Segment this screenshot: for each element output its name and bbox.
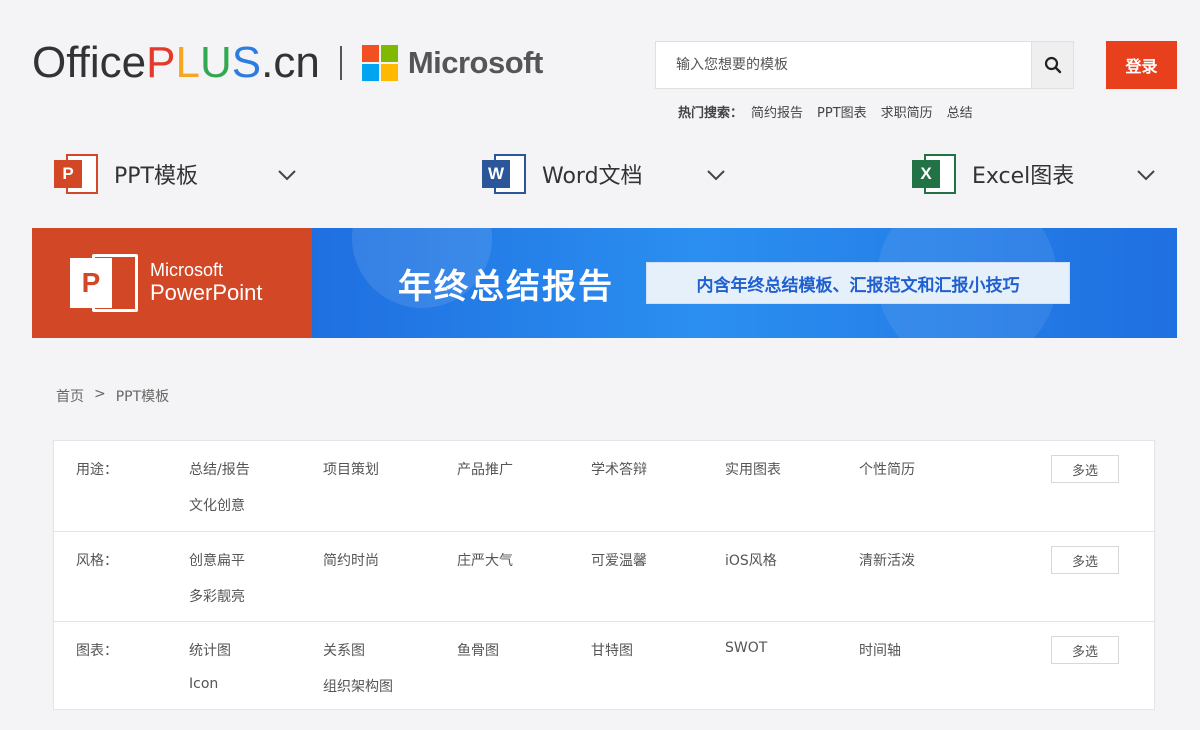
filter-option[interactable]: 文化创意 (189, 495, 245, 515)
logo-plus-letter: L (175, 38, 199, 87)
chevron-down-icon[interactable] (277, 165, 297, 185)
filter-row-label: 图表： (76, 640, 118, 660)
filter-option[interactable]: 清新活泼 (859, 550, 915, 570)
hot-searches-label: 热门搜索： (678, 102, 743, 121)
filter-option[interactable]: 甘特图 (591, 640, 633, 660)
category-excel[interactable]: X Excel图表 (912, 150, 1162, 198)
microsoft-text: Microsoft (408, 45, 543, 81)
filter-option[interactable]: 统计图 (189, 640, 231, 660)
breadcrumb: 首页 > PPT模板 (56, 386, 169, 406)
breadcrumb-home[interactable]: 首页 (56, 386, 84, 406)
search-icon (1044, 56, 1062, 74)
powerpoint-brand: P Microsoft PowerPoint (32, 228, 312, 338)
filter-panel: 用途：总结/报告项目策划产品推广学术答辩实用图表个性简历文化创意多选风格：创意扁… (53, 440, 1155, 710)
hot-searches: 热门搜索： 简约报告 PPT图表 求职简历 总结 (678, 102, 973, 121)
filter-option[interactable]: 庄严大气 (457, 550, 513, 570)
filter-option[interactable]: iOS风格 (725, 550, 777, 570)
banner-title: 年终总结报告 (398, 259, 614, 308)
category-ppt[interactable]: P PPT模板 (54, 150, 304, 198)
filter-option[interactable]: 个性简历 (859, 459, 915, 479)
promo-banner[interactable]: P Microsoft PowerPoint 年终总结报告 内含年终总结模板、汇… (32, 228, 1177, 338)
search-input[interactable] (656, 42, 1031, 88)
filter-row-label: 风格： (76, 550, 118, 570)
filter-row: 用途： 总结/报告 项目策划 产品推广 学术答辩 实用图表 个性简历文化创意 多选 (54, 441, 1154, 531)
hot-search-link[interactable]: 总结 (947, 102, 973, 121)
logo-plus-letter: S (232, 38, 261, 87)
hot-search-link[interactable]: 求职简历 (881, 102, 933, 121)
filter-option[interactable]: 时间轴 (859, 640, 901, 660)
filter-option[interactable]: 组织架构图 (323, 676, 393, 696)
multi-select-button[interactable]: 多选 (1051, 636, 1119, 664)
login-button[interactable]: 登录 (1106, 41, 1177, 89)
hot-search-link[interactable]: 简约报告 (751, 102, 803, 121)
filter-option[interactable]: Icon (189, 676, 218, 692)
logo-divider (340, 46, 342, 80)
breadcrumb-separator: > (94, 386, 106, 406)
logo-plus-letter: U (200, 38, 232, 87)
logo-plus-text: PLUS (146, 41, 261, 85)
search-button[interactable] (1031, 42, 1073, 88)
filter-option[interactable]: 可爱温馨 (591, 550, 647, 570)
brand-microsoft-text: Microsoft (150, 261, 263, 281)
logo-office-text: Office (32, 41, 146, 85)
brand-powerpoint-text: PowerPoint (150, 281, 263, 305)
filter-option[interactable]: 简约时尚 (323, 550, 379, 570)
logo-cn-text: .cn (261, 41, 320, 85)
filter-option[interactable]: SWOT (725, 640, 767, 656)
filter-option[interactable]: 实用图表 (725, 459, 781, 479)
multi-select-button[interactable]: 多选 (1051, 455, 1119, 483)
chevron-down-icon[interactable] (706, 165, 726, 185)
hot-search-link[interactable]: PPT图表 (817, 102, 867, 121)
microsoft-logo-icon (362, 45, 398, 81)
search-bar (655, 41, 1074, 89)
filter-row: 图表： 统计图 关系图 鱼骨图 甘特图 SWOT 时间轴 Icon 组织架构图 多选 (54, 621, 1154, 711)
breadcrumb-current: PPT模板 (116, 386, 169, 406)
filter-option[interactable]: 产品推广 (457, 459, 513, 479)
filter-option[interactable]: 鱼骨图 (457, 640, 499, 660)
category-word[interactable]: W Word文档 (482, 150, 732, 198)
filter-row: 风格： 创意扁平 简约时尚 庄严大气 可爱温馨 iOS风格 清新活泼多彩靓亮 多选 (54, 531, 1154, 621)
filter-option[interactable]: 多彩靓亮 (189, 586, 245, 606)
multi-select-button[interactable]: 多选 (1051, 546, 1119, 574)
logo-plus-letter: P (146, 38, 175, 87)
filter-option[interactable]: 关系图 (323, 640, 365, 660)
word-icon: W (482, 152, 526, 196)
excel-icon: X (912, 152, 956, 196)
category-label: Word文档 (542, 158, 643, 190)
powerpoint-icon: P (70, 250, 138, 316)
banner-content: 年终总结报告 内含年终总结模板、汇报范文和汇报小技巧 (312, 228, 1177, 338)
banner-subtitle: 内含年终总结模板、汇报范文和汇报小技巧 (646, 262, 1070, 304)
category-label: PPT模板 (114, 158, 198, 190)
filter-row-label: 用途： (76, 459, 118, 479)
chevron-down-icon[interactable] (1136, 165, 1156, 185)
officeplus-logo[interactable]: Office PLUS .cn Microsoft (32, 38, 543, 88)
powerpoint-icon: P (54, 152, 98, 196)
filter-option[interactable]: 总结/报告 (189, 459, 250, 479)
filter-option[interactable]: 创意扁平 (189, 550, 245, 570)
filter-option[interactable]: 学术答辩 (591, 459, 647, 479)
category-label: Excel图表 (972, 158, 1074, 190)
filter-option[interactable]: 项目策划 (323, 459, 379, 479)
